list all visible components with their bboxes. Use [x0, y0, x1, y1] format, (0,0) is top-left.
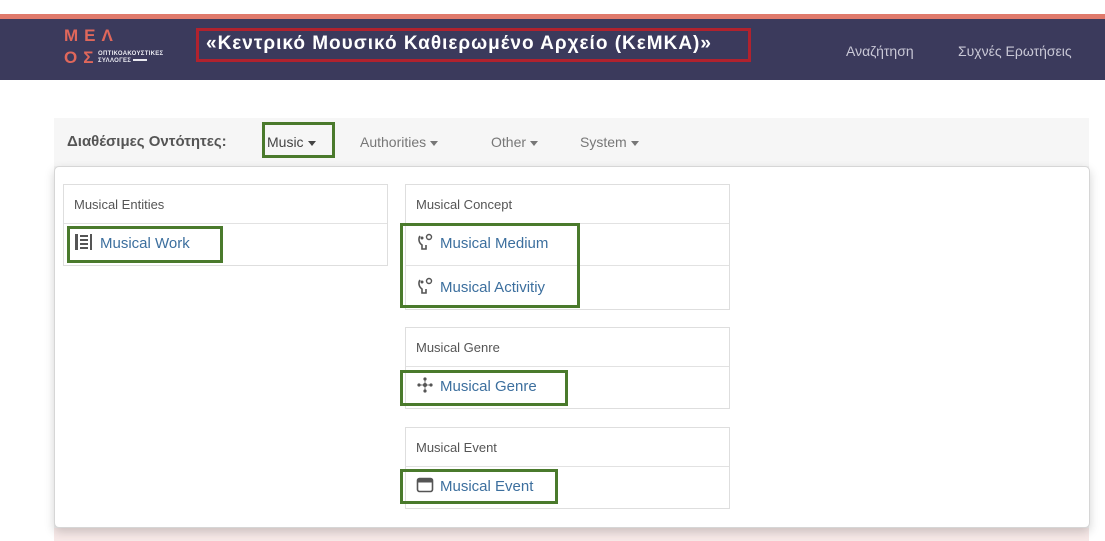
music-highlight	[262, 122, 335, 158]
menu-other-label: Other	[491, 134, 527, 150]
musical-genre-highlight	[400, 370, 568, 406]
menu-other[interactable]: Other	[491, 134, 539, 150]
melos-logo[interactable]: ΜΕΛ ΟΣ ΟΠΤΙΚΟΑΚΟΥΣΤΙΚΕΣ ΣΥΛΛΟΓΕΣ	[64, 27, 184, 71]
music-dropdown-menu: Musical Entities Musical Work Musical Co…	[54, 166, 1090, 528]
logo-bar	[133, 59, 148, 62]
page-background-strip	[54, 528, 1089, 541]
musical-event-highlight	[400, 469, 558, 504]
entities-label: Διαθέσιμες Οντότητες:	[67, 133, 227, 150]
musical-work-highlight	[67, 226, 223, 263]
panel-title: Musical Event	[416, 440, 497, 455]
nav-faq-link[interactable]: Συχνές Ερωτήσεις	[958, 43, 1072, 59]
panel-title: Musical Entities	[74, 197, 165, 212]
menu-system[interactable]: System	[580, 134, 639, 150]
caret-down-icon	[630, 140, 639, 146]
concept-items-highlight	[400, 223, 580, 308]
menu-authorities[interactable]: Authorities	[360, 134, 439, 150]
caret-down-icon	[530, 140, 539, 146]
site-title: «Κεντρικό Μουσικό Καθιερωμένο Αρχείο (Κε…	[206, 33, 712, 54]
caret-down-icon	[430, 140, 439, 146]
logo-subtitle: ΟΠΤΙΚΟΑΚΟΥΣΤΙΚΕΣ ΣΥΛΛΟΓΕΣ	[98, 51, 163, 64]
menu-system-label: System	[580, 134, 627, 150]
site-header: ΜΕΛ ΟΣ ΟΠΤΙΚΟΑΚΟΥΣΤΙΚΕΣ ΣΥΛΛΟΓΕΣ «Κεντρι…	[0, 19, 1105, 80]
logo-row1: ΜΕΛ	[64, 26, 119, 45]
logo-row2: ΟΣ	[64, 48, 100, 67]
panel-title: Musical Concept	[416, 197, 513, 212]
logo-sub2: ΣΥΛΛΟΓΕΣ	[98, 58, 132, 64]
nav-search-link[interactable]: Αναζήτηση	[846, 43, 914, 59]
panel-title: Musical Genre	[416, 340, 500, 355]
top-strip	[0, 0, 1105, 14]
logo-sub1: ΟΠΤΙΚΟΑΚΟΥΣΤΙΚΕΣ	[98, 51, 164, 57]
menu-authorities-label: Authorities	[360, 134, 427, 150]
